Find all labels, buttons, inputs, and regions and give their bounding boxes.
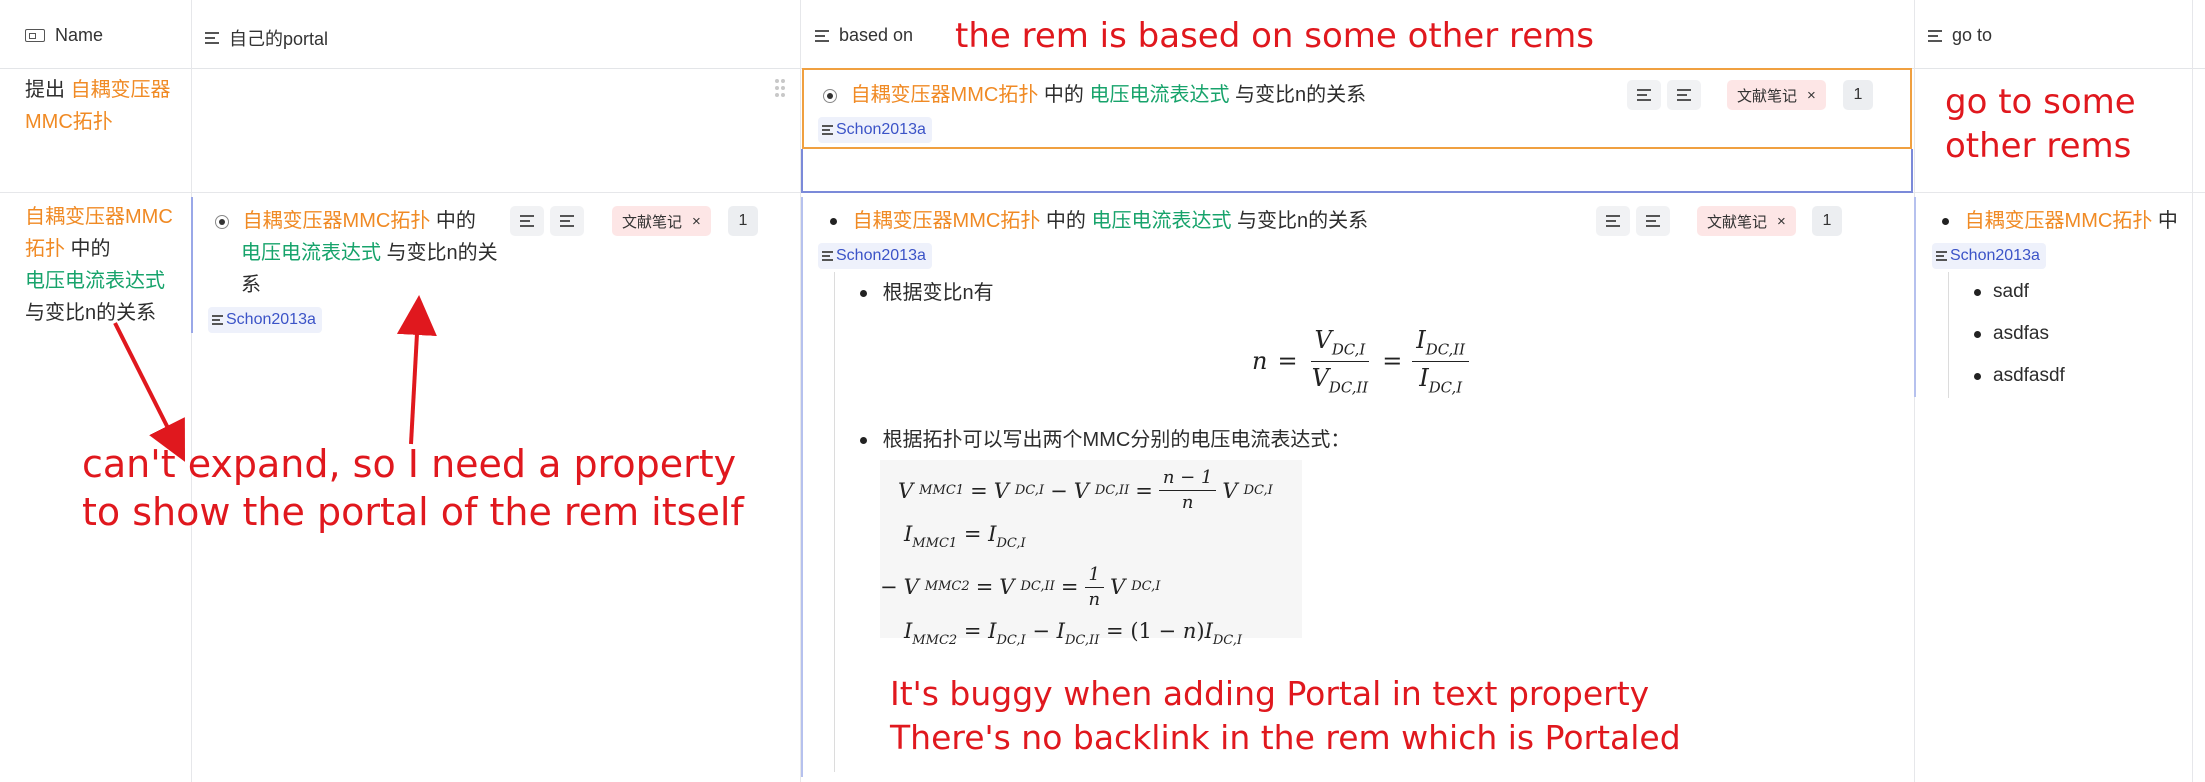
annotation-cant-expand: can't expand, so I need a property to sh… [82,440,744,536]
arrow-to-name [113,322,186,462]
arrow-to-portal [396,295,437,445]
annotation-line: can't expand, so I need a property [82,442,737,486]
annotation-line: to show the portal of the rem itself [82,490,744,534]
annotation-arrows [113,295,437,462]
